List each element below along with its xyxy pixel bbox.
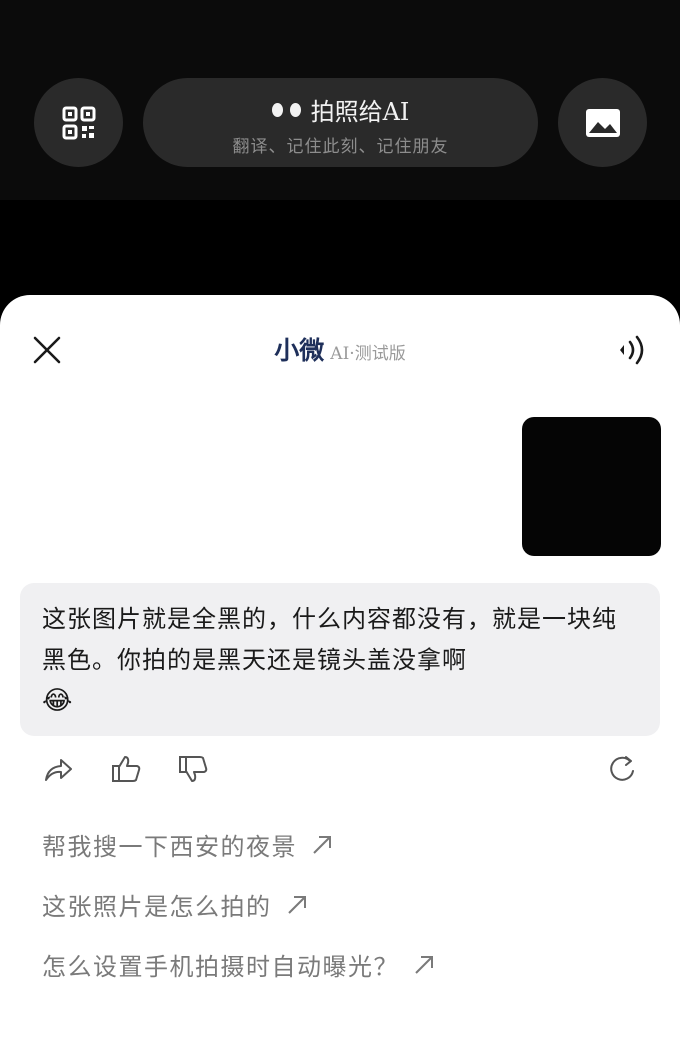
ai-reply-bubble: 这张图片就是全黑的，什么内容都没有，就是一块纯黑色。你拍的是黑天还是镜头盖没拿啊… bbox=[20, 583, 660, 736]
suggestion-item[interactable]: 这张照片是怎么拍的 bbox=[42, 887, 308, 922]
share-button[interactable] bbox=[42, 753, 74, 785]
camera-top-bar: 拍照给AI bbox=[0, 0, 680, 200]
suggestion-label: 这张照片是怎么拍的 bbox=[42, 893, 272, 921]
share-icon bbox=[45, 759, 72, 781]
user-photo-thumbnail[interactable] bbox=[522, 417, 661, 556]
camera-viewfinder bbox=[0, 200, 680, 296]
photo-to-ai-label: 拍照给AI bbox=[310, 98, 410, 126]
dislike-button[interactable] bbox=[177, 753, 209, 785]
arrow-up-right-icon bbox=[415, 955, 433, 974]
qr-code-icon bbox=[62, 106, 95, 139]
gallery-button[interactable] bbox=[558, 78, 647, 167]
beta-tag: AI·测试版 bbox=[330, 344, 406, 364]
sound-icon bbox=[620, 335, 644, 365]
app-name: 小微 bbox=[274, 336, 325, 365]
suggestion-label: 怎么设置手机拍摄时自动曝光？ bbox=[42, 953, 399, 981]
two-dots-icon bbox=[271, 102, 301, 117]
regenerate-button[interactable] bbox=[606, 753, 638, 785]
suggestion-label: 帮我搜一下西安的夜景 bbox=[42, 833, 297, 861]
suggestion-item[interactable]: 怎么设置手机拍摄时自动曝光？ bbox=[42, 947, 435, 982]
arrow-up-right-icon bbox=[287, 895, 306, 914]
ai-reply-text: 这张图片就是全黑的，什么内容都没有，就是一块纯黑色。你拍的是黑天还是镜头盖没拿啊 bbox=[42, 605, 617, 674]
ai-chat-sheet: 小微 AI·测试版 这张图片就是全黑的，什么内容都没有，就是一块纯黑色。你拍的是… bbox=[0, 295, 680, 1038]
sound-toggle-button[interactable] bbox=[616, 332, 650, 368]
thumbs-down-icon bbox=[179, 756, 208, 782]
photo-to-ai-subtitle: 翻译、记住此刻、记住朋友 bbox=[232, 137, 449, 157]
laughing-emoji: 😂 bbox=[42, 686, 74, 716]
like-button[interactable] bbox=[110, 753, 142, 785]
image-gallery-icon bbox=[585, 108, 620, 137]
qr-scan-button[interactable] bbox=[34, 78, 123, 167]
chat-header-title: 小微 AI·测试版 bbox=[0, 331, 680, 367]
thumbs-up-icon bbox=[112, 756, 141, 782]
regenerate-icon bbox=[610, 756, 634, 781]
suggestion-item[interactable]: 帮我搜一下西安的夜景 bbox=[42, 827, 333, 862]
arrow-up-right-icon bbox=[313, 835, 331, 854]
